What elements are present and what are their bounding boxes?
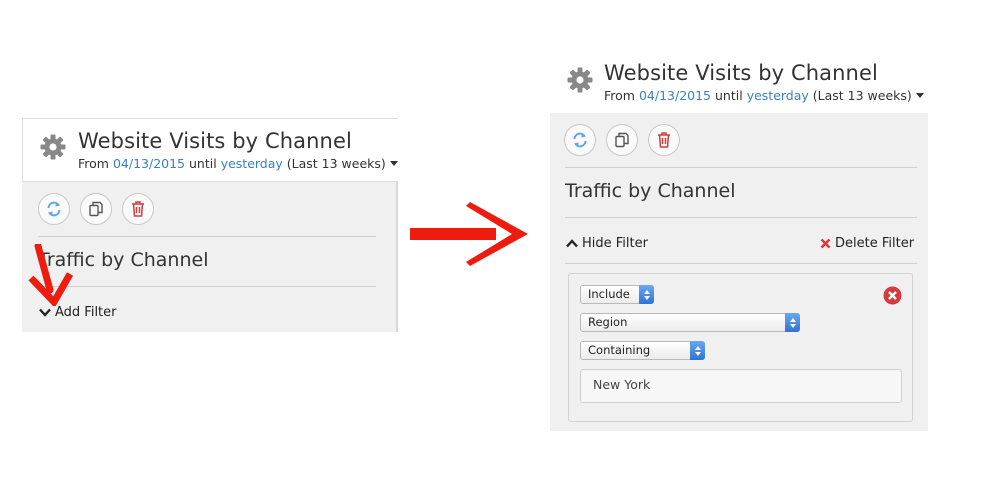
divider (38, 236, 376, 237)
caret-down-icon[interactable] (389, 161, 398, 166)
delete-button[interactable] (122, 193, 154, 225)
remove-circle-icon[interactable] (883, 286, 902, 305)
refresh-button[interactable] (564, 124, 596, 156)
caret-down-icon[interactable] (915, 93, 924, 98)
delete-filter-label: Delete Filter (835, 236, 915, 251)
refresh-button[interactable] (38, 193, 70, 225)
refresh-icon (573, 132, 587, 148)
gear-icon[interactable] (566, 66, 594, 94)
date-prefix: From (78, 156, 109, 171)
copy-icon (89, 201, 103, 217)
chevron-up-icon (566, 239, 578, 248)
date-mid: until (189, 156, 217, 171)
field-select-value: Region (588, 315, 628, 329)
copy-button[interactable] (606, 124, 638, 156)
include-select[interactable]: Include (580, 285, 654, 304)
arrow-down-left-icon (28, 244, 74, 306)
delete-button[interactable] (648, 124, 680, 156)
add-filter-toggle[interactable]: Add Filter (39, 305, 117, 320)
trash-icon (132, 201, 144, 217)
start-date-link[interactable]: 04/13/2015 (113, 156, 185, 171)
gear-icon[interactable] (39, 133, 67, 161)
date-mid: until (715, 88, 743, 103)
field-select[interactable]: Region (580, 313, 800, 332)
copy-icon (615, 132, 629, 148)
refresh-icon (47, 201, 61, 217)
range-dropdown[interactable]: (Last 13 weeks) (287, 156, 386, 171)
divider (565, 263, 917, 264)
report-title: Website Visits by Channel (78, 129, 352, 153)
date-range: From 04/13/2015 until yesterday (Last 13… (78, 156, 398, 171)
divider (38, 286, 376, 287)
divider (565, 217, 917, 218)
report-title: Website Visits by Channel (604, 61, 878, 85)
end-date-link[interactable]: yesterday (747, 88, 809, 103)
delete-filter-link[interactable]: Delete Filter (820, 236, 914, 251)
date-prefix: From (604, 88, 635, 103)
before-panel-edge (396, 182, 398, 332)
select-stepper-icon (690, 341, 705, 360)
operator-select-value: Containing (588, 343, 651, 357)
divider (565, 167, 917, 168)
x-icon (820, 238, 831, 249)
hide-filter-label: Hide Filter (582, 236, 648, 251)
select-stepper-icon (785, 313, 800, 332)
add-filter-label: Add Filter (55, 305, 117, 320)
arrow-right-icon (410, 202, 528, 266)
section-title: Traffic by Channel (565, 180, 736, 202)
select-stepper-icon (639, 285, 654, 304)
hide-filter-toggle[interactable]: Hide Filter (566, 236, 648, 251)
end-date-link[interactable]: yesterday (221, 156, 283, 171)
date-range: From 04/13/2015 until yesterday (Last 13… (604, 88, 924, 103)
filter-value-input[interactable]: New York (580, 369, 902, 403)
include-select-value: Include (588, 287, 630, 301)
trash-icon (658, 132, 670, 148)
range-dropdown[interactable]: (Last 13 weeks) (813, 88, 912, 103)
operator-select[interactable]: Containing (580, 341, 705, 360)
start-date-link[interactable]: 04/13/2015 (639, 88, 711, 103)
chevron-down-icon (39, 308, 51, 317)
copy-button[interactable] (80, 193, 112, 225)
